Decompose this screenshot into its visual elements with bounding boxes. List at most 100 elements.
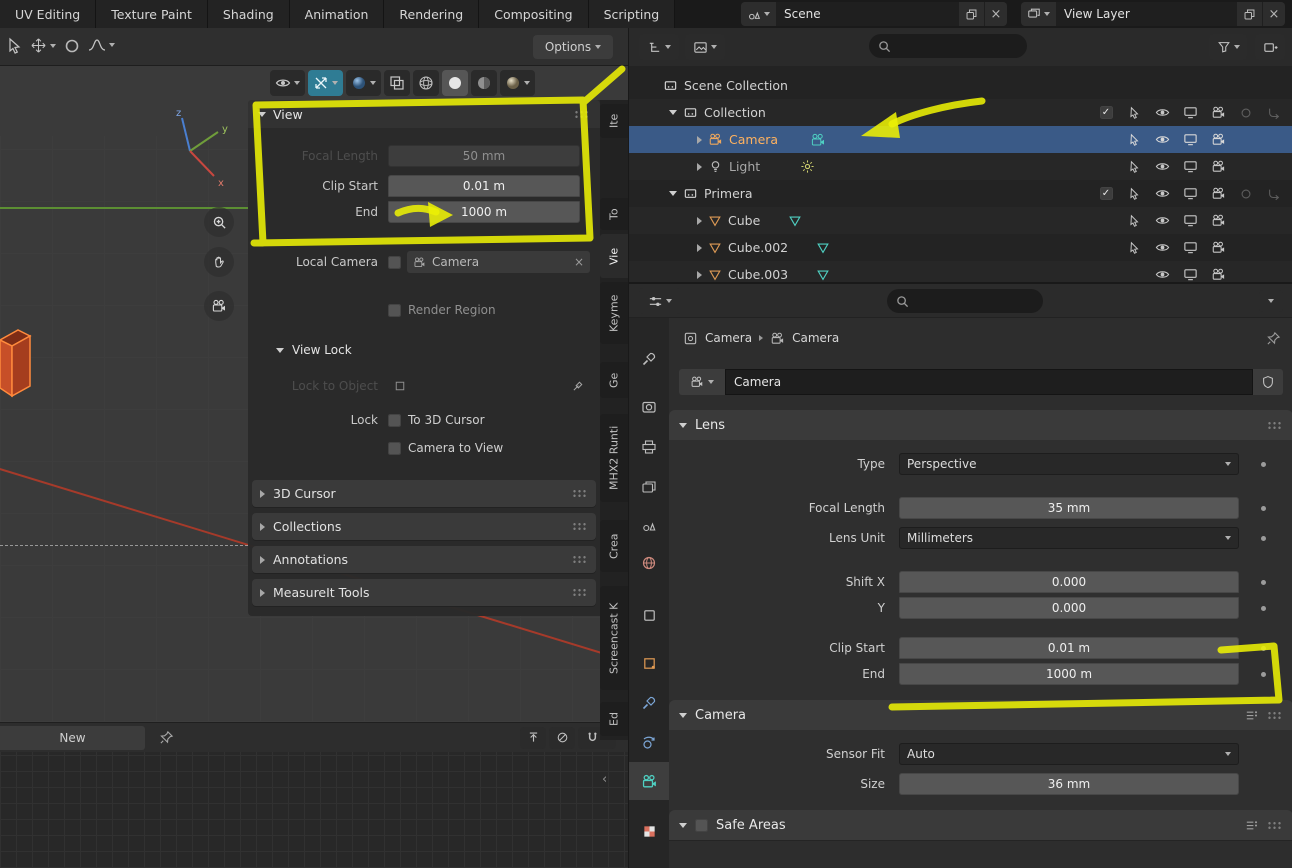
mesh-data-icon[interactable]: [816, 268, 830, 282]
collapse-chevron-icon[interactable]: ‹: [602, 772, 607, 787]
lower-editor-grid[interactable]: ‹: [0, 752, 628, 868]
outliner-row-scene-collection[interactable]: Scene Collection: [629, 72, 1292, 99]
new-button[interactable]: New: [0, 725, 145, 750]
camera-view-button[interactable]: [204, 291, 234, 321]
view-layer-browse-button[interactable]: [1021, 2, 1056, 26]
eyedropper-icon[interactable]: [572, 380, 584, 392]
tab-world[interactable]: [629, 546, 669, 580]
tab-output[interactable]: [629, 430, 669, 464]
disable-render-icon[interactable]: [1204, 126, 1232, 153]
selectable-icon[interactable]: [1120, 180, 1148, 207]
scene-browse-button[interactable]: [741, 2, 776, 26]
indirect-only-icon[interactable]: [1260, 180, 1288, 207]
sidebar-tab-view[interactable]: Vie: [600, 234, 628, 278]
sidebar-tab-create[interactable]: Crea: [600, 520, 628, 572]
expand-triangle-icon[interactable]: [697, 243, 702, 252]
view-lock-subheader[interactable]: View Lock: [258, 338, 590, 362]
disable-viewport-icon[interactable]: [1176, 207, 1204, 234]
focal-length-slider[interactable]: 35 mm: [899, 497, 1239, 519]
grip-icon[interactable]: [1267, 420, 1283, 430]
lens-unit-dropdown[interactable]: Millimeters: [899, 527, 1239, 549]
xray-toggle[interactable]: [384, 70, 410, 96]
tab-collection[interactable]: [629, 598, 669, 632]
outliner-row-cube-002[interactable]: Cube.002: [629, 234, 1292, 261]
camera-data-icon[interactable]: [810, 132, 826, 148]
disable-render-icon[interactable]: [1204, 207, 1232, 234]
disable-viewport-icon[interactable]: [1176, 234, 1204, 261]
tab-scene[interactable]: [629, 508, 669, 542]
cube-object[interactable]: [0, 324, 32, 404]
animate-dot[interactable]: [1260, 505, 1266, 511]
shading-material-button[interactable]: [471, 70, 497, 96]
grip-icon[interactable]: [572, 555, 588, 564]
sidebar-tab-item[interactable]: Ite: [600, 104, 628, 138]
indirect-only-icon[interactable]: [1260, 99, 1288, 126]
tab-object[interactable]: [629, 646, 669, 680]
view-layer-name[interactable]: View Layer: [1056, 7, 1237, 21]
sidebar-tab-screencast-keys[interactable]: Screencast K: [600, 586, 628, 690]
workspace-tab-compositing[interactable]: Compositing: [479, 0, 589, 28]
camera-to-view-checkbox[interactable]: [388, 441, 401, 455]
visibility-dropdown[interactable]: [270, 70, 305, 96]
expand-triangle-icon[interactable]: [697, 135, 702, 144]
falloff-curve-button[interactable]: [88, 37, 115, 53]
outliner-row-cube-003[interactable]: Cube.003: [629, 261, 1292, 282]
grip-icon[interactable]: [572, 489, 588, 498]
disable-viewport-icon[interactable]: [1176, 153, 1204, 180]
hide-eye-icon[interactable]: [1148, 180, 1176, 207]
safe-areas-checkbox[interactable]: [695, 818, 708, 832]
disable-render-icon[interactable]: [1204, 234, 1232, 261]
outliner-row-light[interactable]: Light: [629, 153, 1292, 180]
lens-panel-header[interactable]: Lens: [669, 410, 1292, 440]
gizmo-toggle-button[interactable]: [308, 70, 343, 96]
properties-options-button[interactable]: [1259, 290, 1283, 312]
filter-button[interactable]: [1209, 34, 1247, 60]
disable-render-icon[interactable]: [1204, 153, 1232, 180]
fake-user-button[interactable]: [1253, 369, 1283, 395]
render-region-checkbox[interactable]: [388, 303, 401, 317]
expand-triangle-icon[interactable]: [697, 162, 702, 171]
outliner-row-collection[interactable]: Collection: [629, 99, 1292, 126]
zoom-button[interactable]: [204, 207, 234, 237]
workspace-tab-texture-paint[interactable]: Texture Paint: [96, 0, 208, 28]
new-collection-button[interactable]: [1255, 34, 1285, 60]
clip-end-slider[interactable]: 1000 m: [899, 663, 1239, 685]
shift-x-slider[interactable]: 0.000: [899, 571, 1239, 593]
proportional-edit-icon[interactable]: [64, 38, 80, 54]
tweak-tool-icon[interactable]: [6, 37, 24, 55]
disable-viewport-icon[interactable]: [1176, 126, 1204, 153]
panel-measureit-tools[interactable]: MeasureIt Tools: [252, 579, 596, 606]
disable-viewport-icon[interactable]: [1176, 99, 1204, 126]
selectable-icon[interactable]: [1120, 99, 1148, 126]
tab-physics[interactable]: [629, 726, 669, 760]
selectable-icon[interactable]: [1120, 126, 1148, 153]
pin-icon[interactable]: [159, 730, 174, 745]
view-layer-copy-button[interactable]: [1237, 2, 1262, 26]
pin-icon[interactable]: [1266, 331, 1281, 346]
expand-triangle-icon[interactable]: [697, 216, 702, 225]
outliner-row-primera[interactable]: Primera: [629, 180, 1292, 207]
grip-icon[interactable]: [1267, 820, 1283, 830]
shading-rendered-button[interactable]: [500, 70, 535, 96]
clip-end-slider[interactable]: 1000 m: [388, 201, 580, 223]
panel-collections[interactable]: Collections: [252, 513, 596, 540]
selectable-icon[interactable]: [1120, 207, 1148, 234]
grip-icon[interactable]: [1267, 710, 1283, 720]
animate-dot[interactable]: [1260, 579, 1266, 585]
grip-icon[interactable]: [572, 588, 588, 597]
tab-render[interactable]: [629, 390, 669, 424]
holdout-icon[interactable]: [1232, 180, 1260, 207]
presets-icon[interactable]: [1244, 818, 1259, 833]
type-dropdown[interactable]: Perspective: [899, 453, 1239, 475]
sidebar-tab-tool[interactable]: To: [600, 198, 628, 230]
hide-eye-icon[interactable]: [1148, 99, 1176, 126]
local-camera-checkbox[interactable]: [388, 255, 401, 269]
workspace-tab-rendering[interactable]: Rendering: [384, 0, 480, 28]
editor-type-outliner-button[interactable]: [639, 34, 679, 60]
expand-triangle-icon[interactable]: [669, 110, 677, 115]
view-layer-remove-button[interactable]: ×: [1263, 2, 1285, 26]
animate-dot[interactable]: [1260, 535, 1266, 541]
size-slider[interactable]: 36 mm: [899, 773, 1239, 795]
animate-dot[interactable]: [1260, 461, 1266, 467]
clip-start-slider[interactable]: 0.01 m: [388, 175, 580, 197]
